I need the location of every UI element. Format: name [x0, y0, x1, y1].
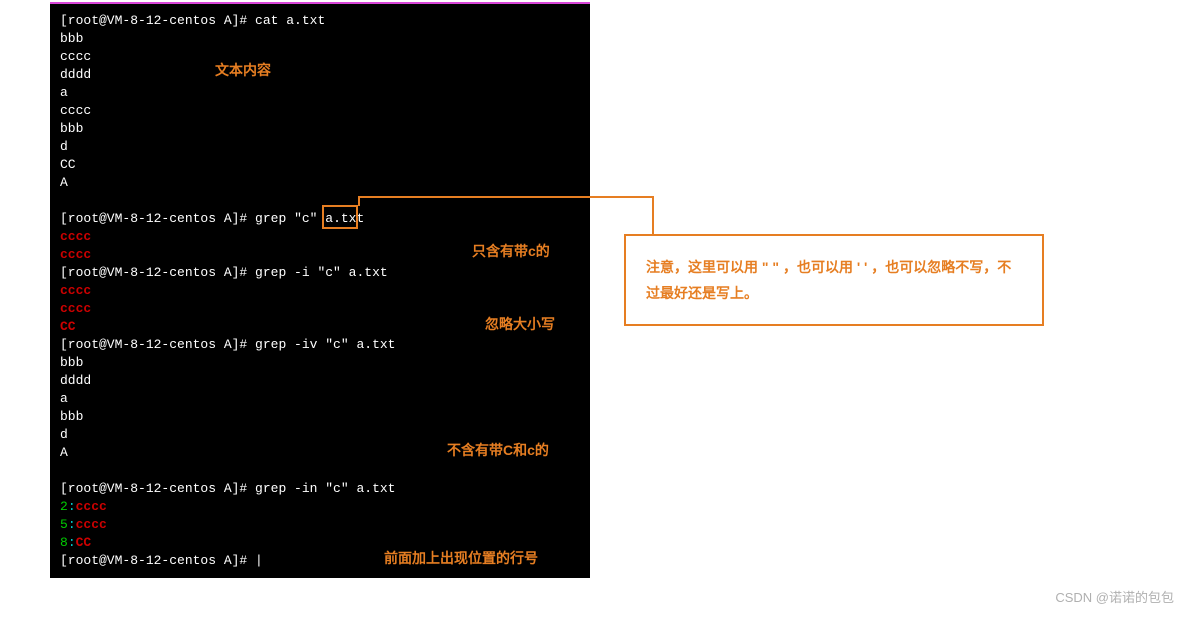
terminal-output: bbb	[60, 30, 580, 48]
terminal-output: bbb	[60, 354, 580, 372]
annotation-line-numbers: 前面加上出现位置的行号	[384, 548, 538, 568]
terminal-window[interactable]: [root@VM-8-12-centos A]# cat a.txt bbb c…	[50, 2, 590, 578]
terminal-line: [root@VM-8-12-centos A]# grep -i "c" a.t…	[60, 264, 580, 282]
terminal-output	[60, 192, 580, 210]
terminal-line: [root@VM-8-12-centos A]# cat a.txt	[60, 12, 580, 30]
terminal-output: dddd	[60, 66, 580, 84]
connector-line	[652, 196, 654, 236]
terminal-output: dddd	[60, 372, 580, 390]
terminal-output-linenum: 2:cccc	[60, 498, 580, 516]
annotation-text-content: 文本内容	[215, 60, 271, 80]
callout-note-box: 注意，这里可以用 " " ，也可以用 ' ' ，也可以忽略不写，不过最好还是写上…	[624, 234, 1044, 326]
watermark-text: CSDN @诺诺的包包	[1055, 587, 1174, 606]
terminal-line: [root@VM-8-12-centos A]# grep -in "c" a.…	[60, 480, 580, 498]
callout-text: 注意，这里可以用 " " ，也可以用 ' ' ，也可以忽略不写，不过最好还是写上…	[646, 259, 1011, 301]
terminal-output: cccc	[60, 48, 580, 66]
annotation-contains-c: 只含有带c的	[472, 241, 550, 261]
terminal-line: [root@VM-8-12-centos A]# grep "c" a.txt	[60, 210, 580, 228]
annotation-ignore-case: 忽略大小写	[485, 314, 555, 334]
terminal-output: a	[60, 390, 580, 408]
terminal-output-match: cccc	[60, 282, 580, 300]
terminal-line: [root@VM-8-12-centos A]# grep -iv "c" a.…	[60, 336, 580, 354]
terminal-output: bbb	[60, 120, 580, 138]
terminal-output: CC	[60, 156, 580, 174]
terminal-output: A	[60, 174, 580, 192]
terminal-output: a	[60, 84, 580, 102]
terminal-output: bbb	[60, 408, 580, 426]
terminal-output	[60, 462, 580, 480]
terminal-output: d	[60, 138, 580, 156]
terminal-output-linenum: 5:cccc	[60, 516, 580, 534]
terminal-output: cccc	[60, 102, 580, 120]
annotation-exclude-c: 不含有带C和c的	[447, 440, 549, 460]
